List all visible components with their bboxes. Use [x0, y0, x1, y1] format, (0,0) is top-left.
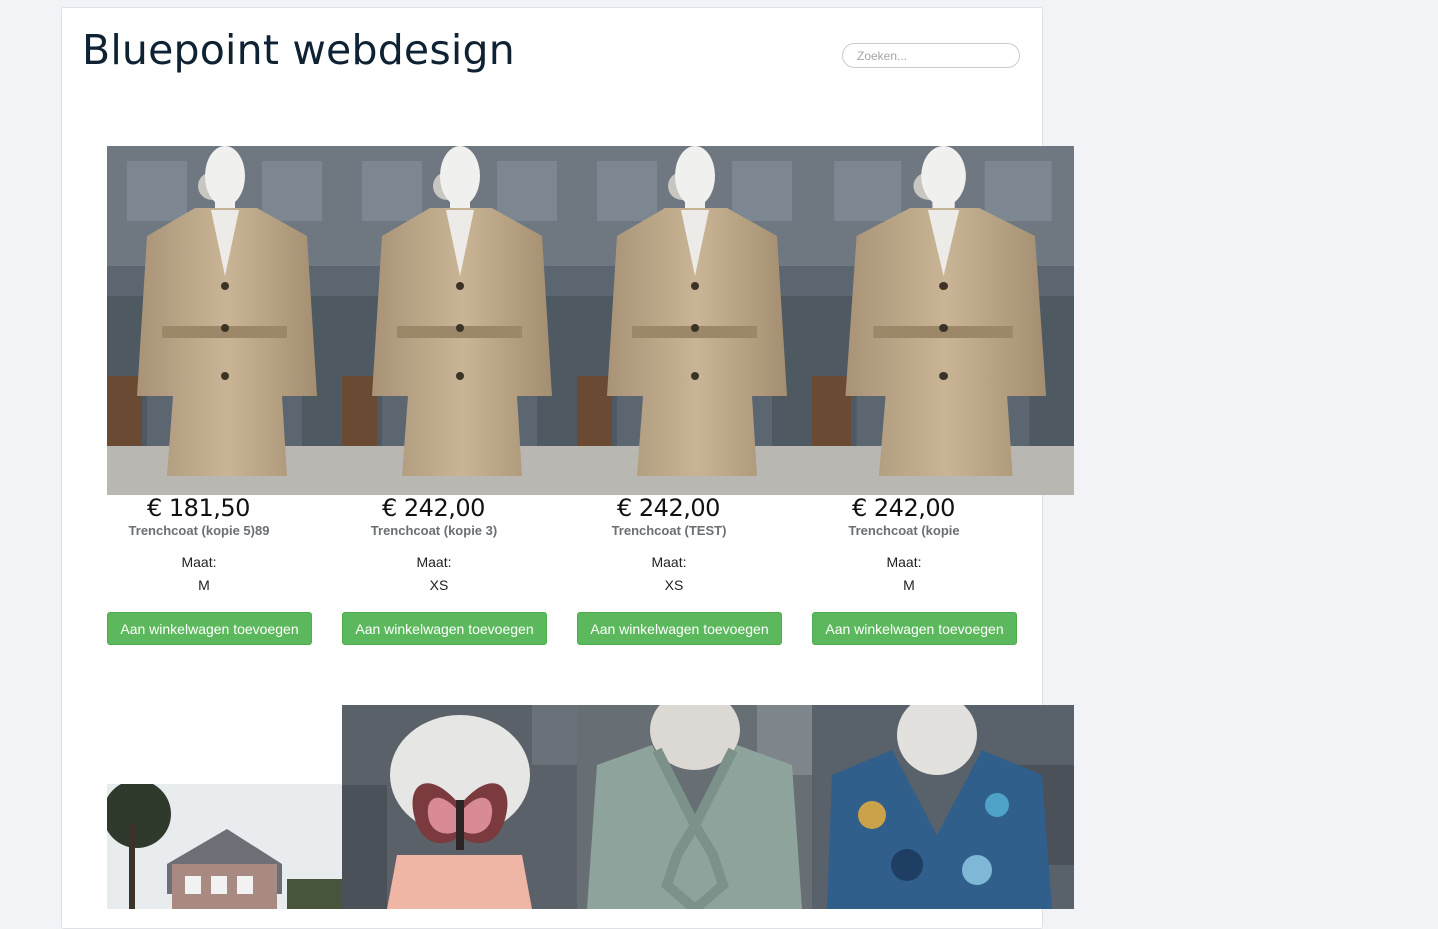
product-price: € 242,00	[382, 494, 485, 522]
product-name[interactable]: Trenchcoat (kopie 5)89	[107, 523, 291, 538]
house-image[interactable]	[107, 784, 342, 909]
product-card[interactable]: € 242,00 Trenchcoat (kopie Maat: M Aan w…	[812, 146, 1074, 646]
product-card[interactable]: € 181,50 Trenchcoat (kopie 5)89 Maat: M …	[107, 146, 342, 646]
product-price: € 242,00	[617, 494, 720, 522]
size-value: XS	[664, 577, 684, 593]
trenchcoat-image[interactable]	[577, 146, 812, 495]
product-name[interactable]: Trenchcoat (TEST)	[577, 523, 761, 538]
trenchcoat-image[interactable]	[812, 146, 1074, 495]
butterfly-top-image[interactable]	[342, 705, 577, 909]
green-ruffle-blouse-image[interactable]	[577, 705, 812, 909]
trenchcoat-image[interactable]	[107, 146, 342, 495]
size-label: Maat:	[181, 554, 217, 570]
product-card[interactable]: € 242,00 Trenchcoat (TEST) Maat: XS Aan …	[577, 146, 812, 646]
add-to-cart-button[interactable]: Aan winkelwagen toevoegen	[577, 612, 782, 645]
size-value: M	[198, 577, 210, 593]
size-label: Maat:	[886, 554, 922, 570]
size-value: XS	[429, 577, 449, 593]
site-title: Bluepoint webdesign	[82, 26, 515, 74]
add-to-cart-button[interactable]: Aan winkelwagen toevoegen	[107, 612, 312, 645]
size-value: M	[903, 577, 915, 593]
size-label: Maat:	[651, 554, 687, 570]
size-label: Maat:	[416, 554, 452, 570]
product-name[interactable]: Trenchcoat (kopie	[812, 523, 996, 538]
product-price: € 242,00	[852, 494, 955, 522]
blue-paisley-blouse-image[interactable]	[812, 705, 1074, 909]
add-to-cart-button[interactable]: Aan winkelwagen toevoegen	[342, 612, 547, 645]
trenchcoat-image[interactable]	[342, 146, 577, 495]
product-name[interactable]: Trenchcoat (kopie 3)	[342, 523, 526, 538]
product-card[interactable]: € 242,00 Trenchcoat (kopie 3) Maat: XS A…	[342, 146, 577, 646]
add-to-cart-button[interactable]: Aan winkelwagen toevoegen	[812, 612, 1017, 645]
product-price: € 181,50	[147, 494, 250, 522]
search-input[interactable]	[842, 43, 1020, 68]
